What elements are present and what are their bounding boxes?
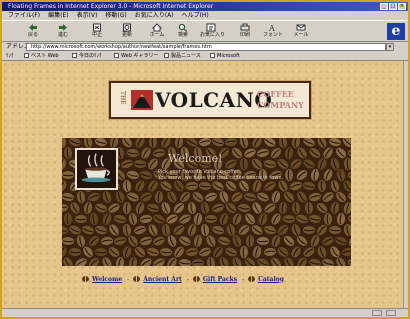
link-best-web-label: ベスト Web [31, 53, 59, 59]
link-today-label: 今日のﾘﾝｸ [79, 53, 102, 59]
window-title: Floating Frames in Internet Explorer 3.0… [8, 3, 214, 10]
link-microsoft-label: Microsoft [217, 53, 240, 59]
search-button[interactable]: 検索 [172, 23, 194, 41]
page-icon [72, 53, 77, 58]
coffee-cup-icon [81, 153, 111, 183]
welcome-heading: Welcome! [168, 152, 223, 165]
home-button[interactable]: ホーム [146, 23, 168, 41]
nav-item-ancient-art: Ancient Art [133, 276, 182, 283]
mail-button[interactable]: メール [290, 23, 312, 41]
volcano-icon [131, 90, 153, 110]
coffee-beans-frame: Welcome! Pick your favorite Volcano coff… [62, 138, 351, 266]
font-button[interactable]: A フォント [262, 23, 284, 41]
nav-item-gift-packs: Gift Packs [192, 276, 237, 283]
logo-company: COMPANY [257, 100, 304, 110]
tagline-line-2: You know, we have the best coffee beans … [158, 175, 284, 181]
refresh-button[interactable]: 更新 [116, 23, 138, 41]
link-web-gallery-label: Web ギャラリー [121, 53, 159, 59]
toolbar: 戻る 進む 中止 更新 ホーム 検索 お気に入り 印刷 A フォント メール e [2, 20, 408, 42]
link-microsoft[interactable]: Microsoft [210, 52, 240, 61]
welcome-tagline: Pick your favorite Volcano coffee. You k… [158, 169, 283, 181]
print-icon [240, 23, 250, 31]
nav-item-catalog: Catalog [248, 276, 284, 283]
coffee-bean-icon [192, 276, 200, 282]
logo-coffee: COFFEE [257, 89, 294, 99]
coffee-cup-image [75, 148, 118, 190]
coffee-bean-icon [248, 276, 256, 282]
menu-favorites[interactable]: お気に入り(A) [135, 11, 174, 20]
favorites-icon [206, 23, 216, 32]
forward-label: 進む [57, 32, 68, 38]
mail-label: メール [293, 32, 309, 38]
volcano-coffee-logo: THE VOLCANO COFFEE COMPANY [109, 81, 311, 119]
menu-view[interactable]: 表示(V) [77, 11, 98, 20]
back-button[interactable]: 戻る [22, 23, 44, 41]
address-input[interactable]: http://www.microsoft.com/workshop/author… [26, 43, 386, 51]
page-icon [210, 53, 215, 58]
nav-separator: - [242, 275, 245, 283]
favorites-label: お気に入り [200, 32, 226, 38]
forward-button[interactable]: 進む [52, 23, 74, 41]
site-navigation: Welcome - Ancient Art - Gift Packs - Cat… [82, 273, 289, 285]
menu-go[interactable]: 移動(G) [105, 11, 126, 20]
maximize-button[interactable]: □ [389, 3, 397, 10]
links-bar: ﾘﾝｸ ベスト Web 今日のﾘﾝｸ Web ギャラリー 製品ニュース Micr… [2, 52, 408, 61]
nav-link-gift-packs[interactable]: Gift Packs [203, 276, 237, 283]
link-product-news-label: 製品ニュース [171, 53, 201, 59]
page-icon [164, 53, 169, 58]
mail-icon [296, 24, 306, 31]
nav-link-catalog[interactable]: Catalog [258, 276, 284, 283]
nav-item-welcome: Welcome [82, 276, 122, 283]
coffee-bean-icon [82, 276, 89, 282]
back-label: 戻る [27, 32, 38, 38]
page-icon [114, 53, 119, 58]
stop-button[interactable]: 中止 [86, 23, 108, 41]
links-label: ﾘﾝｸ [6, 53, 14, 59]
stop-label: 中止 [91, 32, 102, 38]
address-bar: アドレス http://www.microsoft.com/workshop/a… [2, 42, 408, 52]
back-arrow-icon [29, 24, 37, 31]
menu-bar: ファイル(F) 編集(E) 表示(V) 移動(G) お気に入り(A) ヘルプ(H… [2, 11, 408, 20]
menu-help[interactable]: ヘルプ(H) [182, 11, 209, 20]
search-icon [178, 23, 188, 32]
logo-brand: VOLCANO [155, 88, 273, 112]
address-dropdown-icon[interactable]: ▾ [386, 43, 394, 51]
nav-separator: - [186, 275, 189, 283]
coffee-bean-icon [133, 276, 141, 282]
close-button[interactable]: × [398, 3, 406, 10]
print-button[interactable]: 印刷 [234, 23, 256, 41]
page-content: THE VOLCANO COFFEE COMPANY Welcome! Pick… [2, 61, 403, 308]
print-label: 印刷 [239, 32, 250, 38]
status-panel [386, 310, 396, 316]
status-panel [372, 310, 382, 316]
stop-icon [93, 23, 101, 32]
home-label: ホーム [149, 32, 165, 38]
logo-the: THE [119, 91, 126, 105]
refresh-label: 更新 [121, 32, 132, 38]
menu-file[interactable]: ファイル(F) [8, 11, 40, 20]
link-web-gallery[interactable]: Web ギャラリー [114, 52, 159, 61]
home-icon [152, 23, 162, 32]
title-bar: Floating Frames in Internet Explorer 3.0… [2, 2, 408, 11]
nav-link-ancient-art[interactable]: Ancient Art [143, 276, 182, 283]
refresh-icon [123, 23, 131, 32]
search-label: 検索 [177, 32, 188, 38]
forward-arrow-icon [59, 24, 67, 31]
font-icon: A [268, 24, 275, 32]
link-best-web[interactable]: ベスト Web [24, 52, 59, 61]
menu-edit[interactable]: 編集(E) [48, 11, 68, 20]
font-label: フォント [262, 32, 283, 38]
status-bar [2, 308, 408, 317]
nav-separator: - [127, 275, 130, 283]
link-today[interactable]: 今日のﾘﾝｸ [72, 52, 102, 61]
favorites-button[interactable]: お気に入り [200, 23, 226, 41]
ie-logo-icon: e [387, 23, 405, 40]
nav-link-welcome[interactable]: Welcome [92, 276, 122, 283]
vertical-scrollbar[interactable] [403, 61, 408, 308]
link-product-news[interactable]: 製品ニュース [164, 52, 201, 61]
minimize-button[interactable]: _ [380, 3, 388, 10]
svg-text:A: A [268, 24, 275, 32]
page-icon [24, 53, 29, 58]
